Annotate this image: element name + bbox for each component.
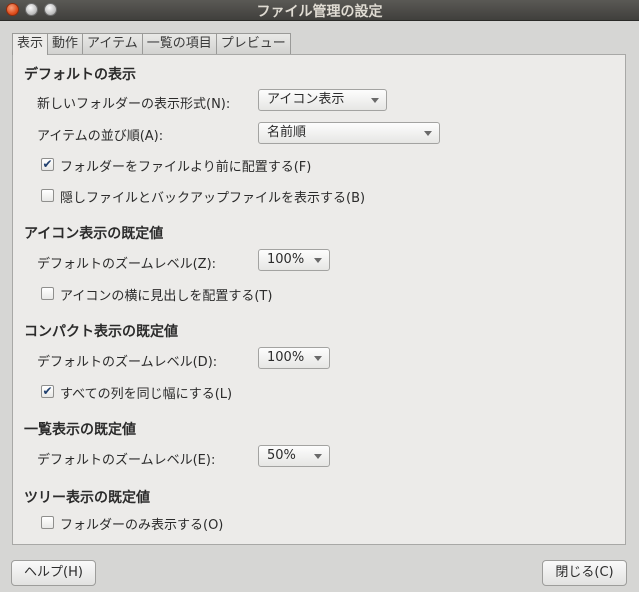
show-hidden-checkbox[interactable]: [41, 189, 54, 202]
sort-order-select[interactable]: 名前順: [258, 122, 440, 144]
compact-zoom-value: 100%: [267, 350, 305, 365]
icon-view-heading: アイコン表示の既定値: [24, 226, 164, 242]
same-width-columns-label[interactable]: すべての列を同じ幅にする(L): [60, 383, 232, 402]
chevron-down-icon: [424, 131, 432, 136]
tab-preview[interactable]: プレビュー: [216, 33, 291, 55]
tab-items[interactable]: アイテム: [83, 33, 143, 55]
compact-view-heading: コンパクト表示の既定値: [24, 324, 178, 340]
tab-bar: 表示 動作 アイテム 一覧の項目 プレビュー: [12, 33, 291, 55]
tree-view-heading: ツリー表示の既定値: [24, 490, 150, 506]
sort-order-label: アイテムの並び順(A):: [37, 129, 164, 144]
folders-first-label[interactable]: フォルダーをファイルより前に配置する(F): [60, 156, 311, 175]
chevron-down-icon: [314, 356, 322, 361]
folders-only-label[interactable]: フォルダーのみ表示する(O): [60, 514, 223, 533]
icon-zoom-select[interactable]: 100%: [258, 249, 330, 271]
title-bar: ファイル管理の設定: [0, 0, 639, 21]
icon-zoom-label: デフォルトのズームレベル(Z):: [37, 257, 217, 272]
icon-zoom-value: 100%: [267, 252, 305, 267]
tab-behavior[interactable]: 動作: [48, 33, 84, 55]
same-width-columns-checkbox[interactable]: ✔: [41, 385, 54, 398]
list-zoom-label: デフォルトのズームレベル(E):: [37, 453, 216, 468]
compact-zoom-select[interactable]: 100%: [258, 347, 330, 369]
tab-view[interactable]: 表示: [12, 33, 49, 55]
new-folder-view-label: 新しいフォルダーの表示形式(N):: [37, 97, 231, 112]
folders-only-checkbox[interactable]: [41, 516, 54, 529]
window-title: ファイル管理の設定: [256, 4, 383, 20]
new-folder-view-value: アイコン表示: [267, 92, 345, 107]
close-button[interactable]: 閉じる(C): [542, 560, 627, 586]
folders-first-checkbox[interactable]: ✔: [41, 158, 54, 171]
list-view-heading: 一覧表示の既定値: [24, 422, 136, 438]
new-folder-view-select[interactable]: アイコン表示: [258, 89, 387, 111]
chevron-down-icon: [371, 98, 379, 103]
show-hidden-label[interactable]: 隠しファイルとバックアップファイルを表示する(B): [60, 187, 365, 206]
settings-panel: デフォルトの表示 新しいフォルダーの表示形式(N): アイコン表示 アイテムの並…: [12, 54, 626, 545]
list-zoom-value: 50%: [267, 448, 296, 463]
list-zoom-select[interactable]: 50%: [258, 445, 330, 467]
help-button[interactable]: ヘルプ(H): [11, 560, 96, 586]
labels-beside-icons-label[interactable]: アイコンの横に見出しを配置する(T): [60, 285, 272, 304]
sort-order-value: 名前順: [267, 125, 307, 140]
default-view-heading: デフォルトの表示: [24, 67, 136, 83]
labels-beside-icons-checkbox[interactable]: [41, 287, 54, 300]
compact-zoom-label: デフォルトのズームレベル(D):: [37, 355, 218, 370]
chevron-down-icon: [314, 258, 322, 263]
tab-list-columns[interactable]: 一覧の項目: [142, 33, 217, 55]
chevron-down-icon: [314, 454, 322, 459]
